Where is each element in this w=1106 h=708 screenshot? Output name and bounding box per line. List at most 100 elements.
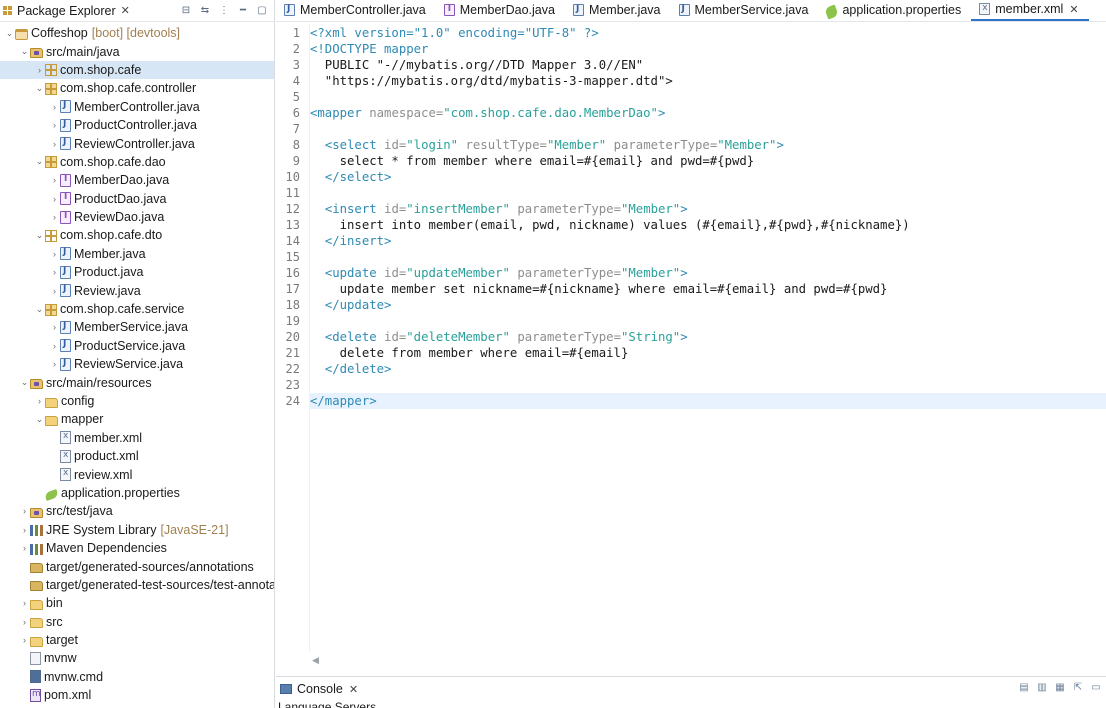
tree-item[interactable]: › JRE System Library [JavaSE-21] (0, 521, 274, 539)
tree-item[interactable]: target/generated-sources/annotations (0, 557, 274, 575)
tree-item[interactable]: mvnw (0, 649, 274, 667)
tree-item[interactable]: › ProductDao.java (0, 190, 274, 208)
tree-item[interactable]: › bin (0, 594, 274, 612)
tree-item[interactable]: › MemberController.java (0, 98, 274, 116)
chevron-down-icon[interactable]: ⌄ (34, 304, 45, 315)
link-with-editor-icon[interactable]: ⇆ (199, 5, 211, 17)
tree-item[interactable]: › Review.java (0, 281, 274, 299)
view-menu-icon[interactable]: ⋮ (218, 5, 230, 17)
code-line[interactable]: PUBLIC "-//mybatis.org//DTD Mapper 3.0//… (310, 57, 1106, 73)
code-line[interactable] (310, 185, 1106, 201)
word-wrap-icon[interactable]: ▦ (1054, 682, 1066, 694)
code-area[interactable]: <?xml version="1.0" encoding="UTF-8" ?> <… (310, 25, 1106, 409)
code-line[interactable]: <select id="login" resultType="Member" p… (310, 137, 1106, 153)
tree-item[interactable]: ⌄ mapper (0, 410, 274, 428)
chevron-down-icon[interactable]: ⌄ (34, 230, 45, 241)
chevron-right-icon[interactable]: › (49, 212, 60, 222)
code-line[interactable] (310, 89, 1106, 105)
code-line[interactable]: delete from member where email=#{email} (310, 345, 1106, 361)
code-line[interactable]: </delete> (310, 361, 1106, 377)
tree-item[interactable]: ⌄ com.shop.cafe.controller (0, 79, 274, 97)
code-line[interactable]: </update> (310, 297, 1106, 313)
clear-console-icon[interactable]: ▤ (1018, 682, 1030, 694)
tree-item[interactable]: › Product.java (0, 263, 274, 281)
chevron-right-icon[interactable]: › (19, 525, 30, 535)
tree-item[interactable]: ⌄ src/main/java (0, 42, 274, 60)
tree-item[interactable]: › src/test/java (0, 502, 274, 520)
code-line[interactable] (310, 377, 1106, 393)
code-line[interactable]: select * from member where email=#{email… (310, 153, 1106, 169)
tree-item[interactable]: › ReviewDao.java (0, 208, 274, 226)
chevron-down-icon[interactable]: ⌄ (19, 46, 30, 57)
code-line[interactable]: insert into member(email, pwd, nickname)… (310, 217, 1106, 233)
tab-console[interactable]: Console ✕ (280, 680, 358, 698)
tree-item[interactable]: ⌄ com.shop.cafe.dto (0, 226, 274, 244)
tree-item[interactable]: › target (0, 631, 274, 649)
chevron-down-icon[interactable]: ⌄ (19, 377, 30, 388)
code-line[interactable] (310, 249, 1106, 265)
scroll-lock-icon[interactable]: ▥ (1036, 682, 1048, 694)
editor-tab[interactable]: member.xml ✕ (971, 0, 1089, 21)
close-icon[interactable]: ✕ (1069, 3, 1078, 16)
minimize-icon[interactable]: ━ (237, 5, 249, 17)
code-line[interactable]: <update id="updateMember" parameterType=… (310, 265, 1106, 281)
chevron-right-icon[interactable]: › (49, 341, 60, 351)
tree-item[interactable]: › Maven Dependencies (0, 539, 274, 557)
editor-tab[interactable]: application.properties (818, 0, 971, 21)
code-line[interactable] (310, 313, 1106, 329)
chevron-down-icon[interactable]: ⌄ (34, 83, 45, 94)
tree-item[interactable]: product.xml (0, 447, 274, 465)
close-icon[interactable]: ✕ (121, 4, 130, 17)
tree-item[interactable]: › ReviewController.java (0, 134, 274, 152)
package-explorer-title[interactable]: Package Explorer (17, 4, 116, 18)
chevron-right-icon[interactable]: › (49, 286, 60, 296)
chevron-right-icon[interactable]: › (49, 194, 60, 204)
tree-item[interactable]: › Member.java (0, 245, 274, 263)
tree-item[interactable]: application.properties (0, 484, 274, 502)
tree-item[interactable]: ⌄ com.shop.cafe.dao (0, 153, 274, 171)
chevron-right-icon[interactable]: › (49, 322, 60, 332)
chevron-down-icon[interactable]: ⌄ (4, 28, 15, 39)
chevron-right-icon[interactable]: › (49, 359, 60, 369)
maximize-icon[interactable]: ▢ (256, 5, 268, 17)
tree-item[interactable]: › ReviewService.java (0, 355, 274, 373)
tree-item[interactable]: › MemberDao.java (0, 171, 274, 189)
code-line[interactable] (310, 121, 1106, 137)
code-line[interactable]: </select> (310, 169, 1106, 185)
chevron-right-icon[interactable]: › (19, 506, 30, 516)
tree-item[interactable]: ⌄ src/main/resources (0, 373, 274, 391)
tree-item[interactable]: › ProductService.java (0, 337, 274, 355)
tree-item[interactable]: ⌄ com.shop.cafe.service (0, 300, 274, 318)
chevron-right-icon[interactable]: › (34, 396, 45, 406)
code-line[interactable]: <mapper namespace="com.shop.cafe.dao.Mem… (310, 105, 1106, 121)
code-line[interactable]: </mapper> (310, 393, 1106, 409)
tree-item[interactable]: target/generated-test-sources/test-annot… (0, 576, 274, 594)
chevron-right-icon[interactable]: › (34, 65, 45, 75)
tree-item[interactable]: › src (0, 613, 274, 631)
code-line[interactable]: <insert id="insertMember" parameterType=… (310, 201, 1106, 217)
xml-editor[interactable]: 1 2 3 4 5 6 7 8 9 10 11 12 13 14 15 16 17 18 19 20 21 22 23 24 … (276, 23, 1106, 671)
tree-item[interactable]: › com.shop.cafe (0, 60, 274, 80)
code-line[interactable]: "https://mybatis.org/dtd/mybatis-3-mappe… (310, 73, 1106, 89)
chevron-right-icon[interactable]: › (49, 120, 60, 130)
code-line[interactable]: <?xml version="1.0" encoding="UTF-8" ?> (310, 25, 1106, 41)
pin-console-icon[interactable]: ⇱ (1072, 682, 1084, 694)
collapse-all-icon[interactable]: ⊟ (180, 5, 192, 17)
horizontal-scrollbar[interactable]: ◀ (276, 652, 1106, 670)
chevron-down-icon[interactable]: ⌄ (34, 414, 45, 425)
chevron-right-icon[interactable]: › (49, 175, 60, 185)
chevron-right-icon[interactable]: › (19, 617, 30, 627)
tree-item[interactable]: pom.xml (0, 686, 274, 704)
code-line[interactable]: <delete id="deleteMember" parameterType=… (310, 329, 1106, 345)
chevron-right-icon[interactable]: › (19, 598, 30, 608)
chevron-right-icon[interactable]: › (19, 635, 30, 645)
chevron-right-icon[interactable]: › (49, 249, 60, 259)
chevron-right-icon[interactable]: › (49, 267, 60, 277)
editor-tab[interactable]: MemberController.java (276, 0, 436, 21)
scroll-left-icon[interactable]: ◀ (312, 655, 319, 666)
chevron-down-icon[interactable]: ⌄ (34, 156, 45, 167)
tree-item[interactable]: › MemberService.java (0, 318, 274, 336)
code-line[interactable]: <!DOCTYPE mapper (310, 41, 1106, 57)
tree-item[interactable]: ⌄ Coffeshop [boot] [devtools] (0, 24, 274, 42)
code-line[interactable]: update member set nickname=#{nickname} w… (310, 281, 1106, 297)
